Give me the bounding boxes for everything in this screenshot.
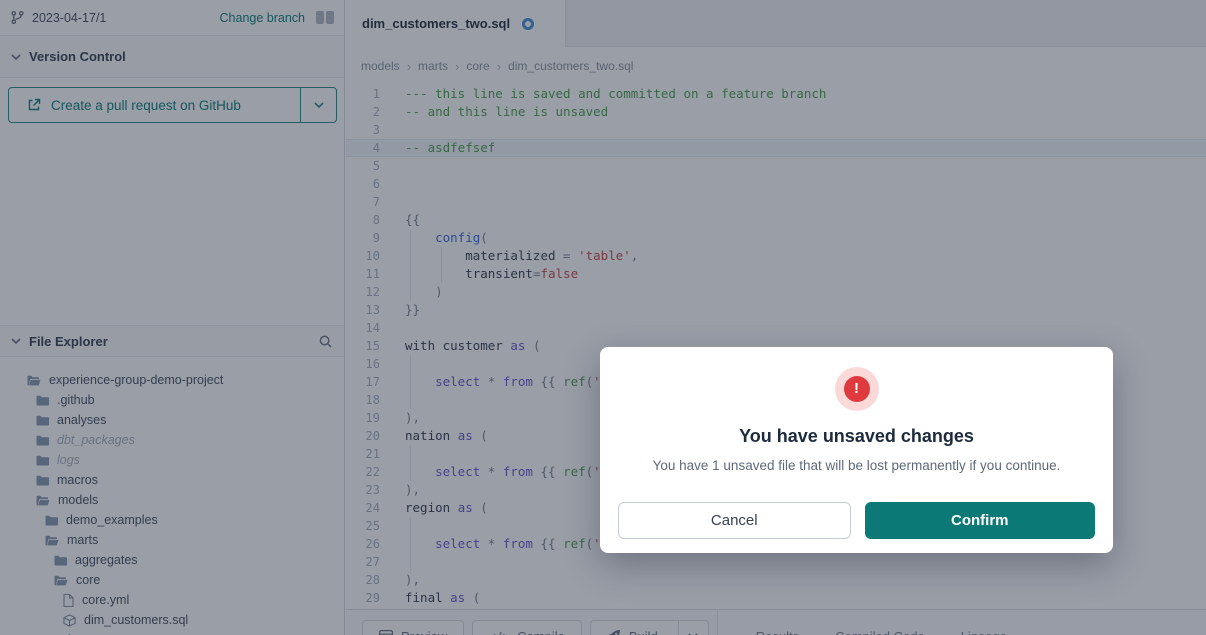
cancel-button[interactable]: Cancel bbox=[618, 502, 851, 539]
unsaved-changes-modal: ! You have unsaved changes You have 1 un… bbox=[600, 347, 1113, 553]
modal-title: You have unsaved changes bbox=[600, 426, 1113, 447]
dbt-ide-app: 2023-04-17/1 Change branch Version Contr… bbox=[0, 0, 1206, 635]
confirm-button[interactable]: Confirm bbox=[865, 502, 1096, 539]
modal-actions: Cancel Confirm bbox=[618, 502, 1095, 539]
warning-icon: ! bbox=[835, 367, 879, 411]
modal-body-text: You have 1 unsaved file that will be los… bbox=[600, 458, 1113, 473]
exclamation-icon: ! bbox=[844, 376, 870, 402]
